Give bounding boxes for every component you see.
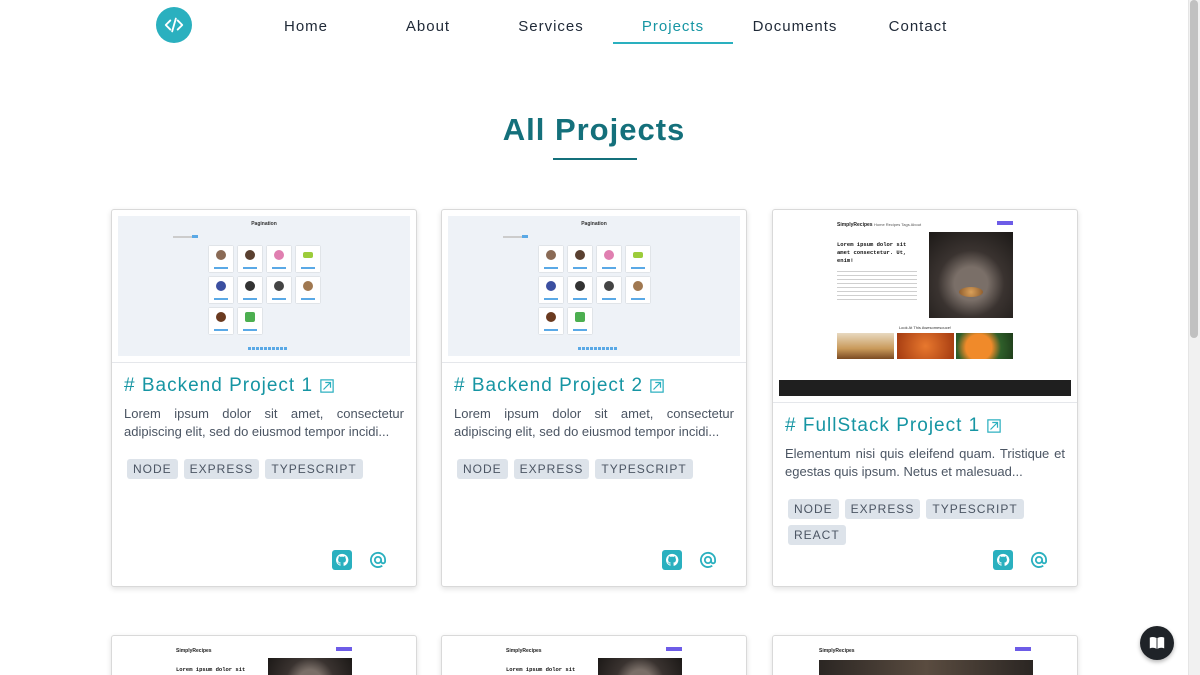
thumbnail-text-lines [837,271,917,301]
code-icon[interactable] [156,7,192,43]
thumbnail-headline: Lorem ipsum dolor sit amet consectetur. … [837,241,907,264]
thumbnail-grid [539,246,650,334]
thumbnail-subheading: Look At This Awesomesouce! [898,325,952,330]
tag-list: NODE EXPRESS TYPESCRIPT [454,459,734,485]
project-title-text[interactable]: # Backend Project 1 [124,375,313,397]
nav-about[interactable]: About [368,0,488,44]
project-card: SimplyRecipes [772,635,1078,675]
thumbnail-food-image [837,333,894,359]
thumbnail-logo: SimplyRecipes [819,648,855,654]
thumbnail-headline: Lorem ipsum dolor sit [176,666,246,673]
book-icon[interactable] [1140,626,1174,660]
tag: TYPESCRIPT [926,499,1024,519]
project-thumbnail[interactable]: SimplyRecipes [779,642,1071,675]
external-link-icon[interactable] [650,379,664,393]
thumbnail-grid [209,246,320,334]
tag: NODE [457,459,508,479]
project-card: Pagination # Backend Project 2 Lorem ips… [441,209,747,587]
card-body: # Backend Project 2 Lorem ipsum dolor si… [442,362,746,485]
github-icon[interactable] [332,550,352,570]
tag: TYPESCRIPT [265,459,363,479]
at-sign-icon[interactable] [698,550,718,570]
thumbnail-hero-image [598,658,682,675]
tag: TYPESCRIPT [595,459,693,479]
thumbnail-footer [779,380,1071,396]
title-underline [553,158,637,160]
external-link-icon[interactable] [320,379,334,393]
thumbnail-food-image [956,333,1013,359]
card-footer [332,550,388,570]
thumbnail-logo: SimplyRecipes [506,648,542,654]
nav-services[interactable]: Services [491,0,611,44]
thumbnail-logo: SimplyRecipes [837,222,873,228]
github-icon[interactable] [662,550,682,570]
project-thumbnail[interactable]: SimplyRecipes Lorem ipsum dolor sit [448,642,740,675]
thumbnail-hero-image [819,660,1033,675]
navbar: Home About Services Projects Documents C… [0,0,1188,56]
project-description: Lorem ipsum dolor sit amet, consectetur … [124,406,404,439]
thumbnail-food-image [897,333,954,359]
project-thumbnail[interactable]: Pagination [448,216,740,356]
thumbnail-button [666,647,682,651]
project-title[interactable]: # FullStack Project 1 [785,415,1065,437]
thumbnail-button [336,647,352,651]
thumbnail-button [1015,647,1031,651]
project-title[interactable]: # Backend Project 1 [124,375,404,397]
thumbnail-button [192,235,198,238]
at-sign-icon[interactable] [1029,550,1049,570]
tag-list: NODE EXPRESS TYPESCRIPT REACT [785,499,1065,551]
project-card: SimplyRecipes Lorem ipsum dolor sit [111,635,417,675]
project-card: SimplyRecipes Lorem ipsum dolor sit [441,635,747,675]
project-card: SimplyRecipes Home Recipes Tags About Lo… [772,209,1078,587]
thumbnail-search [173,236,193,238]
thumbnail-nav: Home Recipes Tags About [874,222,922,227]
thumbnail-search [503,236,523,238]
thumbnail-button [997,221,1013,225]
thumbnail-logo: SimplyRecipes [176,648,212,654]
nav-home[interactable]: Home [246,0,366,44]
project-description: Lorem ipsum dolor sit amet, consectetur … [454,406,734,439]
nav-projects[interactable]: Projects [613,0,733,44]
project-thumbnail[interactable]: Pagination [118,216,410,356]
scrollbar-thumb[interactable] [1190,0,1198,338]
external-link-icon[interactable] [987,419,1001,433]
tag-list: NODE EXPRESS TYPESCRIPT [124,459,404,485]
nav-documents[interactable]: Documents [735,0,855,44]
github-icon[interactable] [993,550,1013,570]
tag: NODE [788,499,839,519]
tag: EXPRESS [183,459,260,479]
card-footer [993,550,1049,570]
thumbnail-button [522,235,528,238]
card-footer [662,550,718,570]
tag: EXPRESS [844,499,921,519]
project-thumbnail[interactable]: SimplyRecipes Lorem ipsum dolor sit [118,642,410,675]
thumbnail-pagination [248,347,288,350]
thumbnail-heading: Pagination [581,221,607,227]
thumbnail-pagination [578,347,618,350]
project-thumbnail[interactable]: SimplyRecipes Home Recipes Tags About Lo… [779,216,1071,396]
recipes-screenshot: SimplyRecipes Home Recipes Tags About Lo… [779,216,1071,396]
tag: EXPRESS [513,459,590,479]
project-title-text[interactable]: # FullStack Project 1 [785,415,980,437]
project-card: Pagination # Backend Project 1 Lorem ips… [111,209,417,587]
thumbnail-heading: Pagination [251,221,277,227]
thumbnail-hero-image [929,232,1013,318]
tag: REACT [788,525,846,545]
at-sign-icon[interactable] [368,550,388,570]
thumbnail-headline: Lorem ipsum dolor sit [506,666,576,673]
scrollbar[interactable] [1188,0,1200,675]
project-title-text[interactable]: # Backend Project 2 [454,375,643,397]
project-title[interactable]: # Backend Project 2 [454,375,734,397]
page-title: All Projects [502,112,686,147]
nav-contact[interactable]: Contact [858,0,978,44]
tag: NODE [127,459,178,479]
thumbnail-hero-image [268,658,352,675]
card-body: # FullStack Project 1 Elementum nisi qui… [773,402,1077,551]
project-description: Elementum nisi quis eleifend quam. Trist… [785,446,1065,479]
card-body: # Backend Project 1 Lorem ipsum dolor si… [112,362,416,485]
